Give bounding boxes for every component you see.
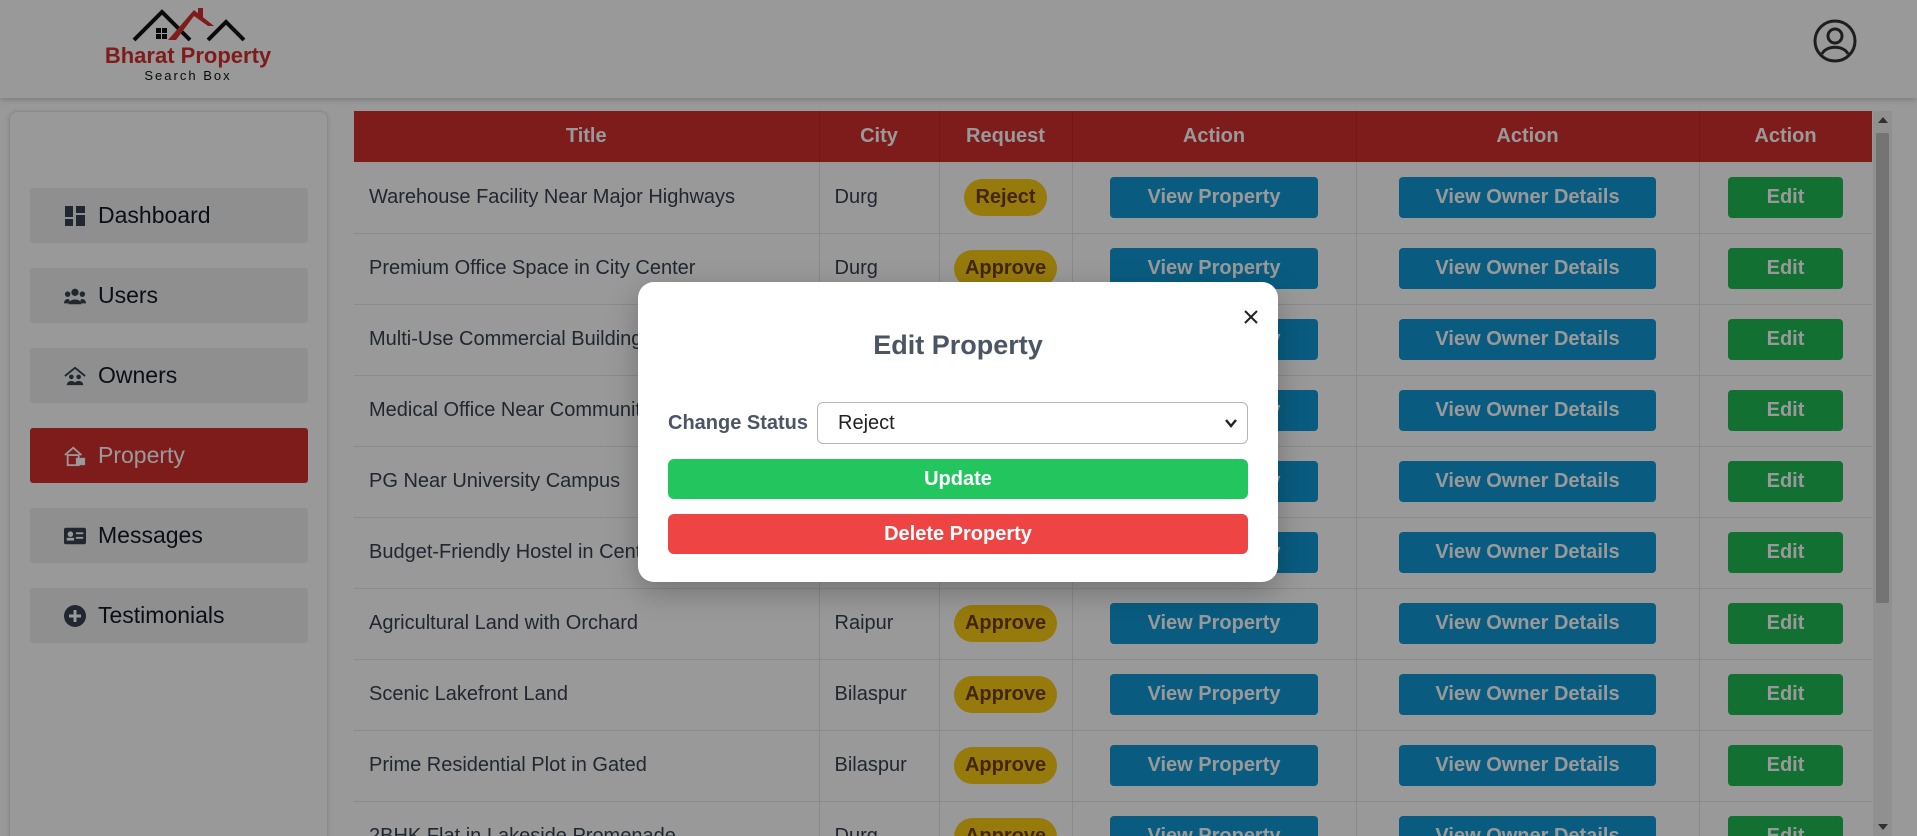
- edit-property-modal: Edit Property Change Status Reject Updat…: [638, 282, 1278, 582]
- update-button[interactable]: Update: [668, 459, 1248, 499]
- change-status-label: Change Status: [668, 412, 809, 434]
- modal-title: Edit Property: [873, 330, 1043, 360]
- delete-property-button[interactable]: Delete Property: [668, 514, 1248, 554]
- close-icon[interactable]: [1236, 302, 1266, 332]
- status-select-value: Reject: [838, 411, 895, 434]
- status-select[interactable]: Reject: [817, 402, 1248, 444]
- chevron-down-icon: [1225, 419, 1237, 428]
